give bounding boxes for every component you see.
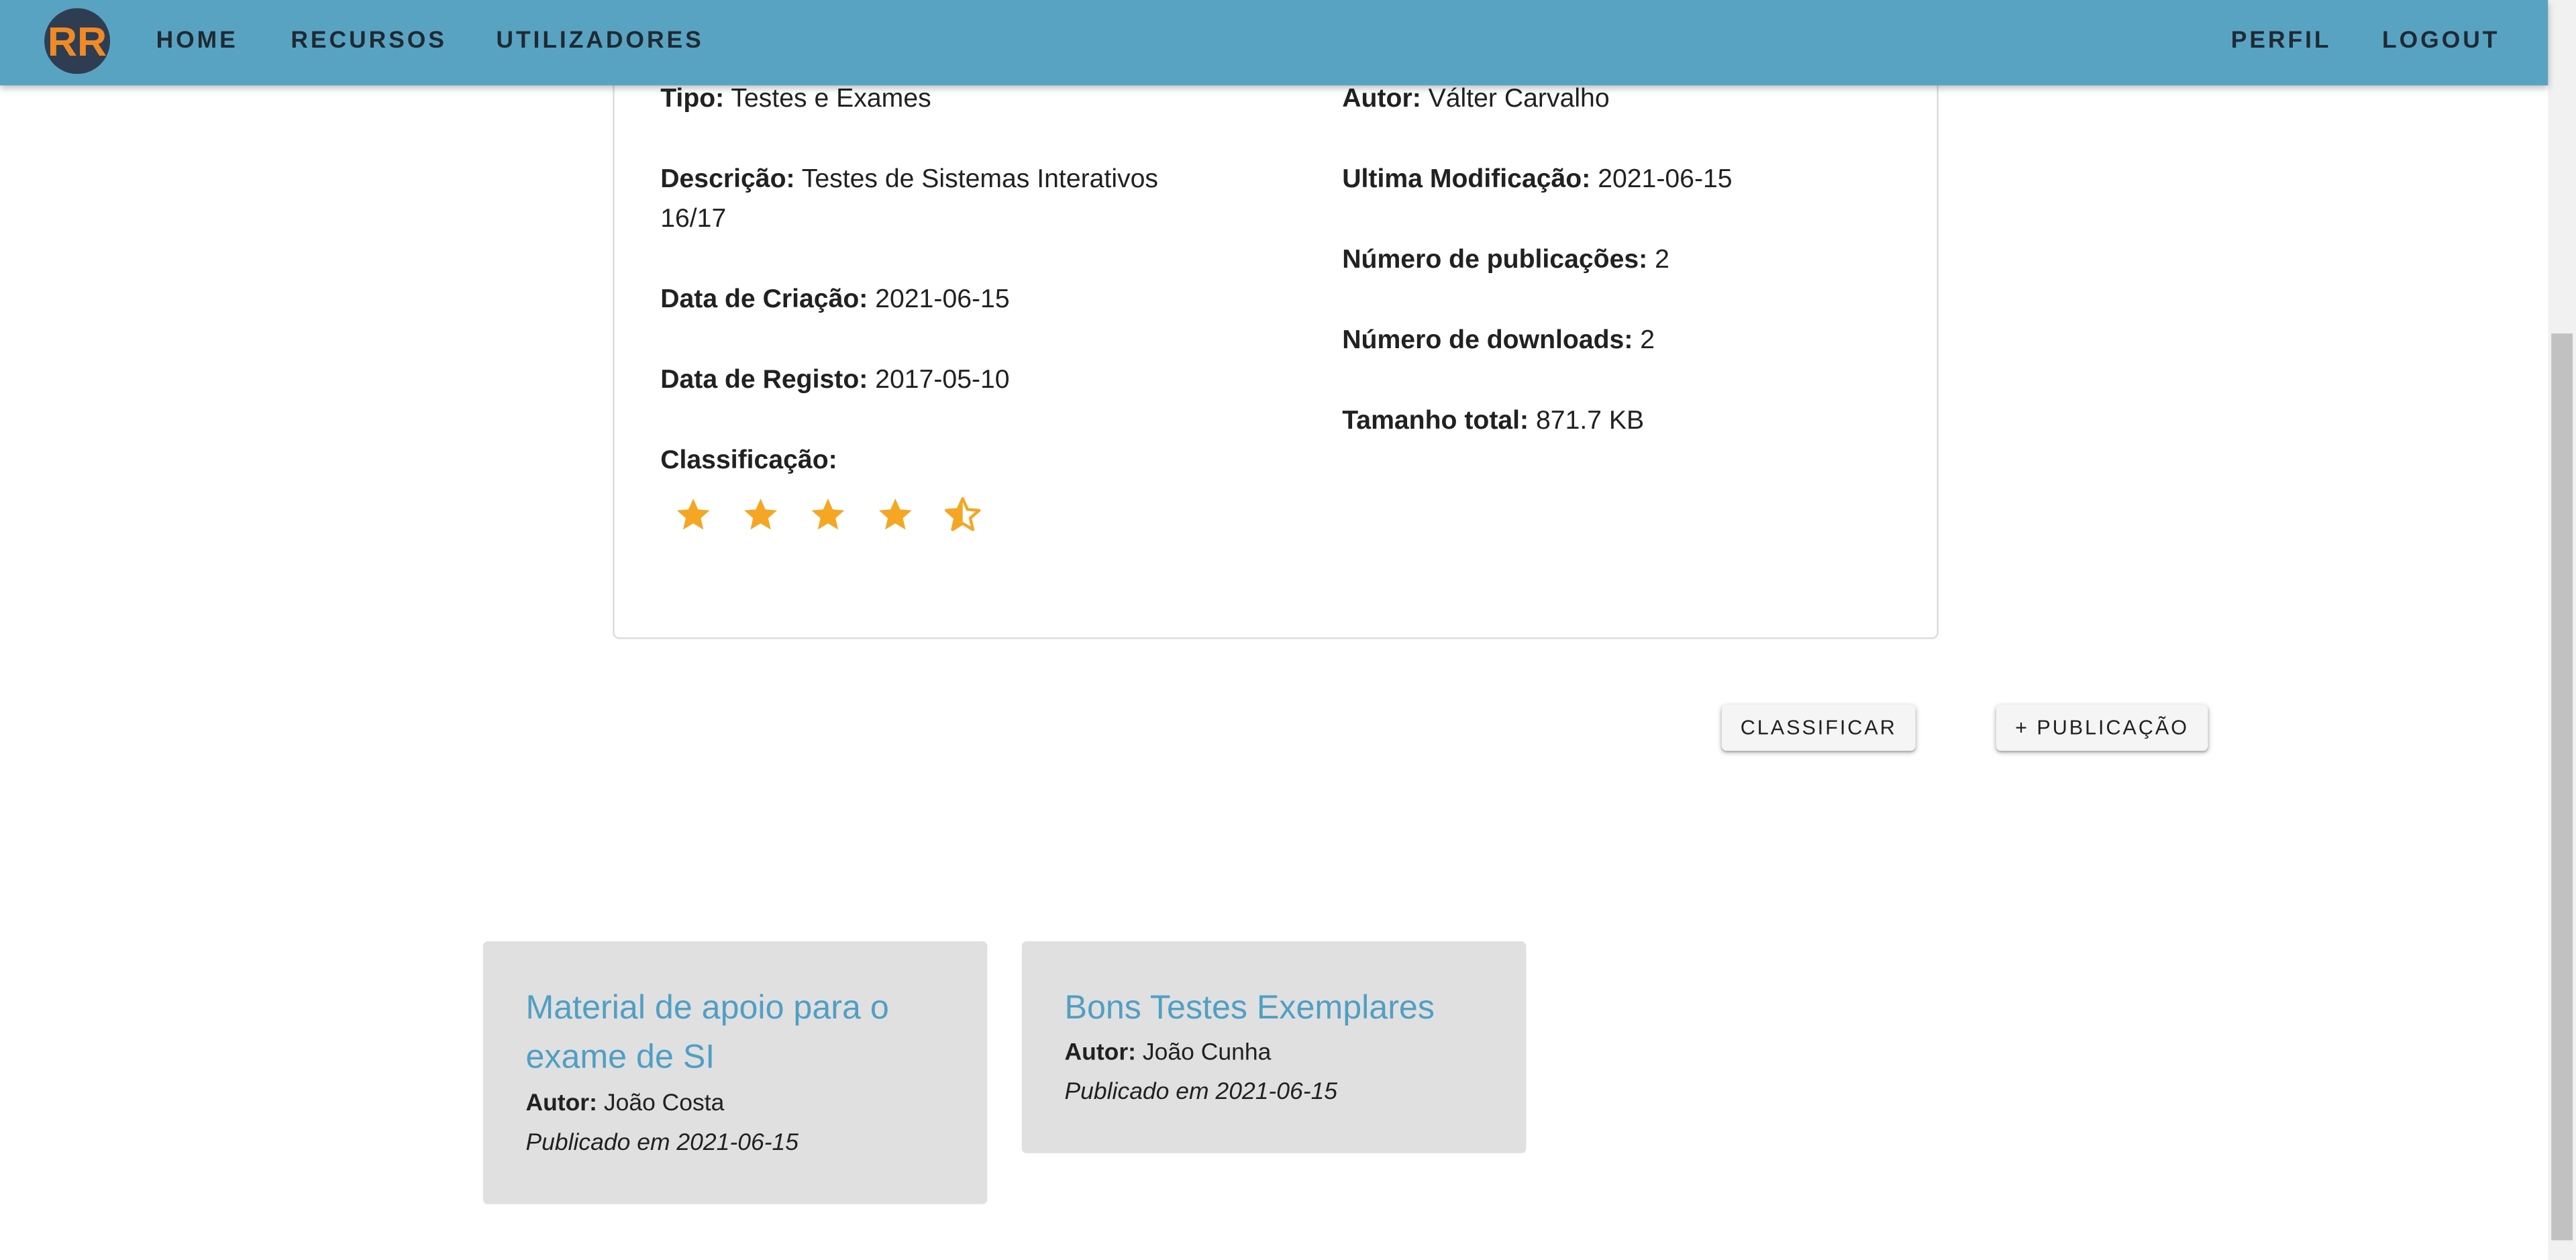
field-numero-publicacoes: Número de publicações: 2 — [1342, 242, 1900, 281]
publication-date: Publicado em 2021-06-15 — [525, 1130, 799, 1157]
field-value: 2 — [1640, 327, 1655, 355]
author-label: Autor: — [1064, 1039, 1136, 1067]
publication-date: Publicado em 2021-06-15 — [1064, 1079, 1338, 1106]
scrollbar-thumb[interactable] — [2551, 333, 2573, 1241]
svg-text:RR: RR — [48, 19, 107, 64]
star-half-icon — [945, 496, 981, 531]
publication-card[interactable]: Material de apoio para o exame de SI Aut… — [482, 941, 988, 1204]
field-label: Autor: — [1342, 85, 1421, 113]
field-label: Classificação: — [660, 446, 837, 475]
nav-perfil[interactable]: PERFIL — [2231, 28, 2332, 54]
page-scrollbar[interactable] — [2548, 0, 2576, 1260]
field-autor: Autor: Válter Carvalho — [1342, 81, 1900, 120]
field-label: Data de Criação: — [660, 286, 868, 314]
nav-recursos[interactable]: RECURSOS — [291, 28, 447, 54]
field-value: 2017-05-10 — [875, 366, 1010, 395]
nav-home[interactable]: HOME — [156, 28, 238, 54]
field-label: Tipo: — [660, 85, 725, 113]
rating-stars[interactable] — [674, 494, 1002, 537]
author-name: João Costa — [603, 1090, 725, 1117]
publication-author: Autor: João Cunha — [1064, 1037, 1271, 1069]
field-numero-downloads: Número de downloads: 2 — [1342, 322, 1900, 362]
star-icon — [744, 498, 778, 530]
field-label: Número de downloads: — [1342, 327, 1633, 355]
field-data-criacao: Data de Criação: 2021-06-15 — [660, 281, 1219, 321]
field-value: 2 — [1655, 246, 1669, 274]
logo-rr-icon: RR — [44, 8, 111, 74]
star-icon — [676, 498, 710, 530]
field-data-registo: Data de Registo: 2017-05-10 — [660, 362, 1219, 401]
field-value: 871.7 KB — [1536, 407, 1645, 435]
field-tamanho-total: Tamanho total: 871.7 KB — [1342, 403, 1900, 442]
publication-title-link[interactable]: Material de apoio para o exame de SI — [525, 984, 936, 1083]
field-ultima-modificacao: Ultima Modificação: 2021-06-15 — [1342, 161, 1900, 201]
publication-author: Autor: João Costa — [525, 1088, 724, 1120]
field-tipo: Tipo: Testes e Exames — [660, 81, 1219, 120]
nav-utilizadores[interactable]: UTILIZADORES — [496, 28, 703, 54]
field-value: 2021-06-15 — [1598, 166, 1733, 194]
publication-title-link[interactable]: Bons Testes Exemplares — [1064, 984, 1508, 1033]
top-navbar: RR HOME RECURSOS UTILIZADORES PERFIL LOG… — [0, 0, 2548, 86]
field-label: Ultima Modificação: — [1342, 166, 1591, 194]
add-publication-button[interactable]: + PUBLICAÇÃO — [1996, 704, 2208, 751]
field-value: 2021-06-15 — [875, 286, 1010, 314]
classify-button[interactable]: CLASSIFICAR — [1721, 704, 1916, 751]
field-classificacao: Classificação: — [660, 442, 1219, 482]
star-icon — [811, 498, 845, 530]
star-icon — [878, 498, 912, 530]
field-value: Válter Carvalho — [1428, 85, 1610, 113]
field-label: Descrição: — [660, 166, 795, 194]
field-value: Testes e Exames — [731, 85, 931, 113]
app-logo[interactable]: RR — [44, 8, 111, 74]
nav-logout[interactable]: LOGOUT — [2382, 28, 2500, 54]
field-label: Data de Registo: — [660, 366, 868, 395]
author-name: João Cunha — [1142, 1039, 1272, 1067]
publication-card[interactable]: Bons Testes Exemplares Autor: João Cunha… — [1021, 941, 1527, 1153]
field-label: Tamanho total: — [1342, 407, 1529, 435]
author-label: Autor: — [525, 1090, 597, 1117]
field-descricao: Descrição: Testes de Sistemas Interativo… — [660, 161, 1202, 240]
field-label: Número de publicações: — [1342, 246, 1648, 274]
